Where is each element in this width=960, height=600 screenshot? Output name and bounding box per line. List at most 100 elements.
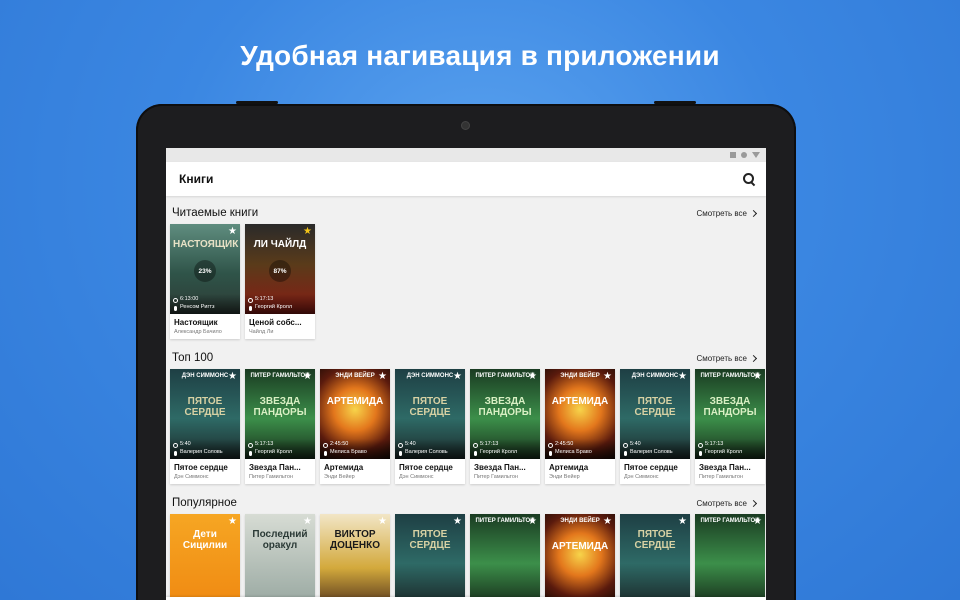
book-card[interactable]: ЭНДИ ВЕЙЕР АРТЕМИДА ★ 2:45:50 Мелиса Браво… xyxy=(545,369,615,484)
microphone-icon xyxy=(174,305,177,311)
see-all-link[interactable]: Смотреть все xyxy=(696,353,758,363)
book-card[interactable]: ЭНДИ ВЕЙЕР АРТЕМИДА ★ xyxy=(545,514,615,600)
book-cover: ПЯТОЕ СЕРДЦЕ ★ xyxy=(395,514,465,600)
book-card[interactable]: ПИТЕР ГАМИЛЬТОН ★ xyxy=(470,514,540,600)
microphone-icon xyxy=(324,450,327,456)
book-card[interactable]: ПЯТОЕ СЕРДЦЕ ★ xyxy=(395,514,465,600)
favorite-star-icon[interactable]: ★ xyxy=(378,372,387,382)
book-card[interactable]: НАСТОЯЩИК ★ 23% 6:13:00 Ренсом Ригтз Насто… xyxy=(170,224,240,339)
favorite-star-icon[interactable]: ★ xyxy=(453,372,462,382)
progress-badge: 23% xyxy=(194,260,216,282)
book-cover: ДЭН СИММОНС ПЯТОЕ СЕРДЦЕ ★ 5:40 Валерия Со… xyxy=(395,369,465,459)
clock-icon xyxy=(173,442,178,448)
book-card[interactable]: ПИТЕР ГАМИЛЬТОН ★ xyxy=(695,514,765,600)
see-all-link[interactable]: Смотреть все xyxy=(696,208,758,218)
book-card[interactable]: ПИТЕР ГАМИЛЬТОН ЗВЕЗДА ПАНДОРЫ ★ 5:17:13 Г… xyxy=(470,369,540,484)
book-card[interactable]: ПИТЕР ГАМИЛЬТОН ЗВЕЗДА ПАНДОРЫ ★ 5:17:13 Г… xyxy=(695,369,765,484)
promo-headline: Удобная нагивация в приложении xyxy=(240,40,720,71)
favorite-star-icon[interactable]: ★ xyxy=(528,517,537,527)
book-card[interactable]: ДЭН СИММОНС ПЯТОЕ СЕРДЦЕ ★ 5:40 Валерия Со… xyxy=(395,369,465,484)
section-0: Читаемые книги Смотреть все НАСТОЯЩИК ★ 23… xyxy=(166,202,766,339)
signal-icon xyxy=(752,152,760,158)
duration: 5:40 xyxy=(630,441,641,448)
book-title: Пятое сердце xyxy=(624,463,678,472)
favorite-star-icon[interactable]: ★ xyxy=(678,372,687,382)
section-2: Популярное Смотреть все Дети Сицилии ★ Пос… xyxy=(166,492,766,600)
book-cover: ЛИ ЧАЙЛД ★ 87% 5:17:13 Георгий Кролл xyxy=(245,224,315,314)
book-cover: Последний оракул ★ xyxy=(245,514,315,600)
narrator: Мелиса Браво xyxy=(330,449,367,456)
favorite-star-icon[interactable]: ★ xyxy=(753,517,762,527)
favorite-star-icon[interactable]: ★ xyxy=(453,517,462,527)
page-title: Книги xyxy=(179,172,214,186)
see-all-label: Смотреть все xyxy=(696,353,747,363)
book-card[interactable]: ВИКТОР ДОЦЕНКО ★ xyxy=(320,514,390,600)
cover-title: ПЯТОЕ СЕРДЦЕ xyxy=(409,529,451,551)
clock-icon xyxy=(173,297,178,303)
favorite-star-icon[interactable]: ★ xyxy=(378,517,387,527)
card-body: Пятое сердце Дэн Симмонс xyxy=(620,459,690,484)
favorite-star-icon[interactable]: ★ xyxy=(303,227,312,237)
speaker-grille-left xyxy=(236,101,278,104)
favorite-star-icon[interactable]: ★ xyxy=(303,517,312,527)
favorite-star-icon[interactable]: ★ xyxy=(528,372,537,382)
card-body: Артемида Энди Вейер xyxy=(545,459,615,484)
duration: 5:40 xyxy=(405,441,416,448)
microphone-icon xyxy=(249,450,252,456)
book-title: Пятое сердце xyxy=(174,463,228,472)
favorite-star-icon[interactable]: ★ xyxy=(603,372,612,382)
favorite-star-icon[interactable]: ★ xyxy=(603,517,612,527)
book-title: Звезда Пан... xyxy=(249,463,301,472)
duration: 6:13:00 xyxy=(180,296,199,303)
section-title: Топ 100 xyxy=(172,352,214,364)
see-all-link[interactable]: Смотреть все xyxy=(696,499,758,508)
narrator: Георгий Кролл xyxy=(705,449,743,456)
section-title: Популярное xyxy=(172,497,237,509)
book-card[interactable]: ДЭН СИММОНС ПЯТОЕ СЕРДЦЕ ★ 5:40 Валерия Со… xyxy=(620,369,690,484)
favorite-star-icon[interactable]: ★ xyxy=(228,227,237,237)
section-header: Топ 100 Смотреть все xyxy=(170,347,762,369)
search-icon[interactable] xyxy=(742,172,756,186)
narrator: Валерия Соловь xyxy=(405,449,448,456)
duration: 5:17:13 xyxy=(255,296,274,303)
favorite-star-icon[interactable]: ★ xyxy=(678,517,687,527)
book-cover: ПЯТОЕ СЕРДЦЕ ★ xyxy=(620,514,690,600)
book-card[interactable]: ПИТЕР ГАМИЛЬТОН ЗВЕЗДА ПАНДОРЫ ★ 5:17:13 Г… xyxy=(245,369,315,484)
duration: 5:17:13 xyxy=(705,441,724,448)
book-author: Питер Гамильтон xyxy=(249,474,293,480)
cover-title: ПЯТОЕ СЕРДЦЕ xyxy=(634,396,676,418)
favorite-star-icon[interactable]: ★ xyxy=(228,517,237,527)
cover-title: ЗВЕЗДА ПАНДОРЫ xyxy=(703,396,757,418)
microphone-icon xyxy=(699,450,702,456)
book-meta: 5:17:13 Георгий Кролл xyxy=(695,439,765,459)
speaker-grille-right xyxy=(654,101,696,104)
tablet-frame: Книги Читаемые книги Смотреть все НАСТОЯ… xyxy=(136,101,796,600)
book-cover: ПИТЕР ГАМИЛЬТОН ★ xyxy=(470,514,540,600)
cover-title: Дети Сицилии xyxy=(182,529,228,551)
duration: 5:40 xyxy=(180,441,191,448)
section-1: Топ 100 Смотреть все ДЭН СИММОНС ПЯТОЕ СЕ… xyxy=(166,347,766,484)
book-card[interactable]: Последний оракул ★ xyxy=(245,514,315,600)
book-cover: НАСТОЯЩИК ★ 23% 6:13:00 Ренсом Ригтз xyxy=(170,224,240,314)
book-author: Дэн Симмонс xyxy=(174,474,209,480)
book-card[interactable]: ЛИ ЧАЙЛД ★ 87% 5:17:13 Георгий Кролл Ценой… xyxy=(245,224,315,339)
book-title: Артемида xyxy=(324,463,364,472)
book-row: НАСТОЯЩИК ★ 23% 6:13:00 Ренсом Ригтз Насто… xyxy=(170,224,762,339)
book-author: Дэн Симмонс xyxy=(399,474,434,480)
app-bar: Книги xyxy=(166,162,766,196)
favorite-star-icon[interactable]: ★ xyxy=(228,372,237,382)
cover-title: ВИКТОР ДОЦЕНКО xyxy=(330,529,380,551)
microphone-icon xyxy=(474,450,477,456)
book-author: Энди Вейер xyxy=(324,474,355,480)
book-card[interactable]: ЭНДИ ВЕЙЕР АРТЕМИДА ★ 2:45:50 Мелиса Браво… xyxy=(320,369,390,484)
book-card[interactable]: ДЭН СИММОНС ПЯТОЕ СЕРДЦЕ ★ 5:40 Валерия Со… xyxy=(170,369,240,484)
book-card[interactable]: ПЯТОЕ СЕРДЦЕ ★ xyxy=(620,514,690,600)
book-cover: ПИТЕР ГАМИЛЬТОН ЗВЕЗДА ПАНДОРЫ ★ 5:17:13 Г… xyxy=(470,369,540,459)
book-card[interactable]: Дети Сицилии ★ xyxy=(170,514,240,600)
favorite-star-icon[interactable]: ★ xyxy=(303,372,312,382)
book-author: Дэн Симмонс xyxy=(624,474,659,480)
favorite-star-icon[interactable]: ★ xyxy=(753,372,762,382)
card-body: Звезда Пан... Питер Гамильтон xyxy=(245,459,315,484)
narrator: Мелиса Браво xyxy=(555,449,592,456)
see-all-label: Смотреть все xyxy=(696,208,747,218)
